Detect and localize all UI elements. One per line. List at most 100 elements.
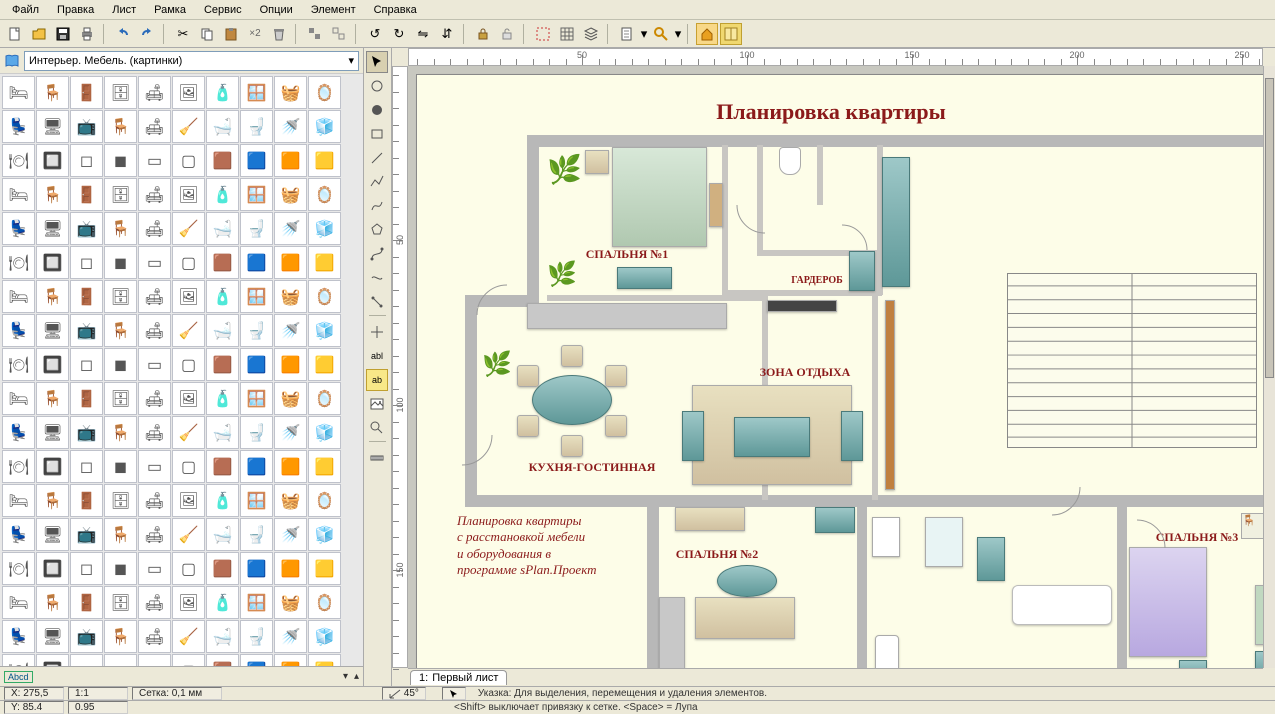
library-item[interactable]: 🟧 <box>274 246 307 279</box>
library-item[interactable]: 🛋 <box>138 280 171 313</box>
library-item[interactable]: 🗄 <box>104 280 137 313</box>
library-item[interactable]: 🧹 <box>172 314 205 347</box>
library-item[interactable]: 🧹 <box>172 110 205 143</box>
library-item[interactable]: ◼ <box>104 552 137 585</box>
library-item[interactable]: ◼ <box>104 348 137 381</box>
library-item[interactable]: 🛁 <box>206 620 239 653</box>
library-item[interactable]: 🧴 <box>206 178 239 211</box>
polyline-tool-icon[interactable] <box>366 171 388 193</box>
ellipse-hollow-icon[interactable] <box>366 75 388 97</box>
library-item[interactable]: 🚽 <box>240 212 273 245</box>
copy-icon[interactable] <box>196 23 218 45</box>
library-item[interactable]: 🪑 <box>104 518 137 551</box>
library-item[interactable]: 🚪 <box>70 484 103 517</box>
zoom-icon[interactable] <box>650 23 672 45</box>
library-item[interactable]: 🚪 <box>70 76 103 109</box>
library-item[interactable]: 🛁 <box>206 314 239 347</box>
library-item[interactable]: 📺 <box>70 416 103 449</box>
library-item[interactable]: 🧊 <box>308 620 341 653</box>
library-item[interactable]: 💺 <box>2 314 35 347</box>
library-item[interactable]: 🍽 <box>2 450 35 483</box>
library-item[interactable]: 📺 <box>70 620 103 653</box>
bezier-tool-icon[interactable] <box>366 243 388 265</box>
library-item[interactable]: ▭ <box>138 654 171 666</box>
library-item[interactable]: 🛋 <box>138 620 171 653</box>
library-item[interactable]: 🧊 <box>308 314 341 347</box>
library-item[interactable]: ◼ <box>104 144 137 177</box>
view-split-icon[interactable] <box>720 23 742 45</box>
library-item[interactable]: 🛏 <box>2 178 35 211</box>
library-item[interactable]: 🖼 <box>172 382 205 415</box>
library-item[interactable]: 🚿 <box>274 620 307 653</box>
library-item[interactable]: 🪑 <box>36 382 69 415</box>
library-item[interactable]: 🗄 <box>104 76 137 109</box>
freeform-tool-icon[interactable] <box>366 267 388 289</box>
library-item[interactable]: 🛋 <box>138 484 171 517</box>
menu-edit[interactable]: Правка <box>49 2 102 17</box>
library-item[interactable]: 🧊 <box>308 416 341 449</box>
library-item[interactable]: 🔲 <box>36 552 69 585</box>
library-item[interactable]: 🧊 <box>308 212 341 245</box>
library-item[interactable]: 🪑 <box>104 314 137 347</box>
layers-icon[interactable] <box>580 23 602 45</box>
library-item[interactable]: 🛏 <box>2 280 35 313</box>
pointer-tool-icon[interactable] <box>366 51 388 73</box>
library-item[interactable]: 🟦 <box>240 552 273 585</box>
text-tool-icon[interactable]: ab <box>366 369 388 391</box>
library-item[interactable]: 🪞 <box>308 178 341 211</box>
zoom-dropdown-icon[interactable]: ▾ <box>674 23 682 45</box>
library-item[interactable]: 🚿 <box>274 314 307 347</box>
library-dropdown[interactable]: Интерьер. Мебель. (картинки) <box>24 51 359 71</box>
library-item[interactable]: 🟦 <box>240 450 273 483</box>
library-item[interactable]: 🚪 <box>70 382 103 415</box>
flip-v-icon[interactable]: ⇵ <box>436 23 458 45</box>
library-item[interactable]: 🪟 <box>240 382 273 415</box>
library-item[interactable]: ◼ <box>104 654 137 666</box>
library-item[interactable]: 📺 <box>70 518 103 551</box>
library-item[interactable]: 🟧 <box>274 654 307 666</box>
library-item[interactable]: 🍽 <box>2 246 35 279</box>
library-item[interactable]: 🖥 <box>36 212 69 245</box>
library-item[interactable]: 🍽 <box>2 552 35 585</box>
menu-file[interactable]: Файл <box>4 2 47 17</box>
library-item[interactable]: 🚿 <box>274 212 307 245</box>
library-item[interactable]: 🟫 <box>206 246 239 279</box>
library-item[interactable]: 🚽 <box>240 416 273 449</box>
library-item[interactable]: 🧴 <box>206 586 239 619</box>
library-item[interactable]: 🖼 <box>172 484 205 517</box>
library-item[interactable]: 🟨 <box>308 144 341 177</box>
line-tool-icon[interactable] <box>366 147 388 169</box>
library-item[interactable]: 🟨 <box>308 552 341 585</box>
library-item[interactable]: 🖼 <box>172 178 205 211</box>
library-item[interactable]: 🪟 <box>240 484 273 517</box>
rect-tool-icon[interactable] <box>366 123 388 145</box>
library-item[interactable]: 🧺 <box>274 586 307 619</box>
library-item[interactable]: ▭ <box>138 348 171 381</box>
library-item[interactable]: 🧹 <box>172 212 205 245</box>
new-file-icon[interactable] <box>4 23 26 45</box>
library-item[interactable]: 🪞 <box>308 382 341 415</box>
library-item[interactable]: 🧺 <box>274 76 307 109</box>
library-item[interactable]: 🛋 <box>138 586 171 619</box>
unlock-icon[interactable] <box>496 23 518 45</box>
view-home-icon[interactable] <box>696 23 718 45</box>
library-item[interactable]: 🚽 <box>240 110 273 143</box>
library-item[interactable]: 📺 <box>70 314 103 347</box>
library-item[interactable]: 🟦 <box>240 246 273 279</box>
menu-options[interactable]: Опции <box>252 2 301 17</box>
library-item[interactable]: ◻ <box>70 654 103 666</box>
grid-toggle-icon[interactable] <box>556 23 578 45</box>
library-item[interactable]: 🛋 <box>138 416 171 449</box>
library-item[interactable]: 🪑 <box>36 178 69 211</box>
page-settings-icon[interactable] <box>616 23 638 45</box>
vertical-scrollbar[interactable] <box>1263 66 1275 668</box>
library-item[interactable]: 🪑 <box>104 212 137 245</box>
menu-element[interactable]: Элемент <box>303 2 364 17</box>
menu-sheet[interactable]: Лист <box>104 2 144 17</box>
library-item[interactable]: 🪑 <box>104 110 137 143</box>
library-item[interactable]: 🪟 <box>240 178 273 211</box>
library-item[interactable]: 🖥 <box>36 518 69 551</box>
library-item[interactable]: 🟦 <box>240 144 273 177</box>
library-item[interactable]: 🛁 <box>206 518 239 551</box>
library-item[interactable]: 💺 <box>2 518 35 551</box>
